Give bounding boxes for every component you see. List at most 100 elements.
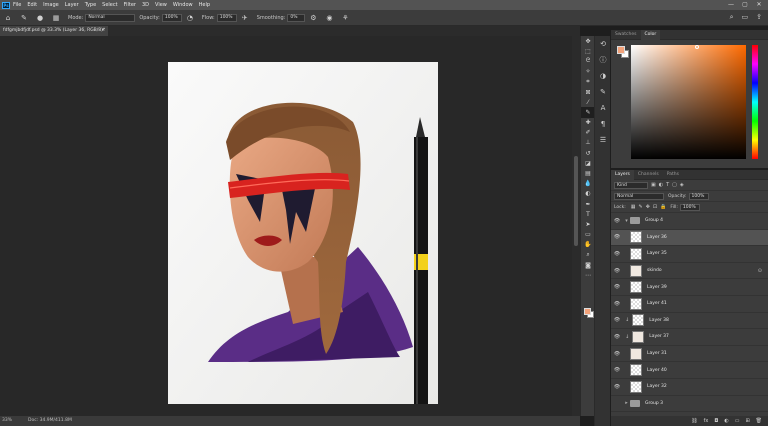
brush-tool-icon[interactable]: ✎ xyxy=(19,13,29,23)
menu-image[interactable]: Image xyxy=(43,2,59,8)
hue-slider[interactable] xyxy=(752,45,758,159)
pen-tool-icon[interactable]: ✒ xyxy=(581,199,595,209)
kind-filter-select[interactable]: Kind xyxy=(614,181,648,189)
brush-preset-icon[interactable]: ● xyxy=(35,13,45,23)
color-spectrum[interactable] xyxy=(631,45,746,159)
new-layer-icon[interactable]: ⊞ xyxy=(745,418,749,424)
lock-transparency-icon[interactable]: ▦ xyxy=(631,204,636,210)
canvas-area[interactable] xyxy=(0,36,580,416)
frame-tool-icon[interactable]: ⊠ xyxy=(581,87,595,97)
healing-tool-icon[interactable]: ✚ xyxy=(581,118,595,128)
lock-artboard-icon[interactable]: ⊡ xyxy=(653,204,657,210)
lock-position-icon[interactable]: ✥ xyxy=(646,204,650,210)
layer-row-layer-31[interactable]: 👁 Layer 31 xyxy=(611,346,768,363)
menu-type[interactable]: Type xyxy=(85,2,96,8)
eraser-tool-icon[interactable]: ◪ xyxy=(581,158,595,168)
document-canvas[interactable] xyxy=(168,62,438,404)
adjustment-layer-icon[interactable]: ◐ xyxy=(724,418,728,424)
layer-style-icon[interactable]: fx xyxy=(704,418,709,424)
history-brush-icon[interactable]: ↺ xyxy=(581,148,595,158)
delete-layer-icon[interactable]: 🗑 xyxy=(756,418,762,424)
blend-mode-select[interactable]: Normal xyxy=(614,192,664,200)
paragraph-panel-icon[interactable]: ¶ xyxy=(595,116,611,132)
smart-object-icon[interactable]: ⊙ xyxy=(758,268,762,274)
zoom-level[interactable]: 33% xyxy=(2,416,12,426)
layer-row-group-3[interactable]: ▸ Group 3 xyxy=(611,396,768,413)
filter-type-icon[interactable]: T xyxy=(666,182,669,188)
gradient-tool-icon[interactable]: ▤ xyxy=(581,168,595,178)
mode-select[interactable]: Normal xyxy=(85,13,136,22)
eyedropper-tool-icon[interactable]: ⁄ xyxy=(581,97,595,107)
visibility-eye-icon[interactable]: 👁 xyxy=(611,384,623,390)
layer-row-skindo[interactable]: 👁 skindo ⊙ xyxy=(611,263,768,280)
lock-pixels-icon[interactable]: ✎ xyxy=(639,204,643,210)
mixer-brush-icon[interactable]: ✐ xyxy=(581,128,595,138)
flow-field[interactable]: 100% xyxy=(216,13,237,22)
visibility-eye-icon[interactable]: 👁 xyxy=(611,234,623,240)
lasso-tool-icon[interactable]: ᘓ xyxy=(581,56,595,66)
tab-layers[interactable]: Layers xyxy=(611,169,634,180)
blur-tool-icon[interactable]: 💧 xyxy=(581,179,595,189)
visibility-eye-icon[interactable]: 👁 xyxy=(611,218,623,224)
quick-select-tool-icon[interactable]: ✧ xyxy=(581,67,595,77)
layer-fill-field[interactable]: 100% xyxy=(679,203,700,211)
properties-panel-icon[interactable]: ☰ xyxy=(595,132,611,148)
dodge-tool-icon[interactable]: ◐ xyxy=(581,189,595,199)
brush-tool-icon[interactable]: ✎ xyxy=(581,107,595,118)
tab-swatches[interactable]: Swatches xyxy=(611,30,641,40)
new-group-icon[interactable]: ▭ xyxy=(735,418,740,424)
visibility-eye-icon[interactable]: 👁 xyxy=(611,351,623,357)
visibility-eye-icon[interactable]: 👁 xyxy=(611,317,623,323)
menu-filter[interactable]: Filter xyxy=(124,2,136,8)
layer-row-layer-35[interactable]: 👁 Layer 35 xyxy=(611,246,768,263)
menu-view[interactable]: View xyxy=(155,2,167,8)
link-layers-icon[interactable]: ⛓ xyxy=(691,418,697,424)
layer-row-layer-32[interactable]: 👁 Layer 32 xyxy=(611,379,768,396)
chevron-down-icon[interactable]: ▾ xyxy=(623,218,630,224)
document-info[interactable]: Doc: 34.9M/411.8M xyxy=(28,416,72,426)
layer-row-layer-38[interactable]: 👁 ↓ Layer 38 xyxy=(611,313,768,330)
layer-row-group-4[interactable]: 👁 ▾ Group 4 xyxy=(611,213,768,230)
share-icon[interactable]: ⇪ xyxy=(756,13,762,22)
menu-edit[interactable]: Edit xyxy=(27,2,37,8)
menu-file[interactable]: File xyxy=(13,2,21,8)
filter-smart-object-icon[interactable]: ◈ xyxy=(680,182,684,188)
close-tab-icon[interactable]: × xyxy=(101,26,105,36)
brush-settings-icon[interactable]: ▦ xyxy=(51,13,61,23)
quick-mask-icon[interactable]: ◙ xyxy=(581,260,595,270)
menu-3d[interactable]: 3D xyxy=(142,2,149,8)
adjustments-panel-icon[interactable]: ◑ xyxy=(595,68,611,84)
tab-paths[interactable]: Paths xyxy=(663,170,683,180)
minimize-button[interactable]: — xyxy=(724,0,738,10)
add-mask-icon[interactable]: ◘ xyxy=(714,418,718,424)
layer-row-layer-37[interactable]: 👁 ↓ Layer 37 xyxy=(611,329,768,346)
visibility-eye-icon[interactable]: 👁 xyxy=(611,334,623,340)
home-icon[interactable]: ⌂ xyxy=(3,13,13,23)
clone-stamp-icon[interactable]: ⊥ xyxy=(581,138,595,148)
color-foreground-swatch[interactable] xyxy=(617,46,625,54)
crop-tool-icon[interactable]: ⌗ xyxy=(581,77,595,87)
menu-help[interactable]: Help xyxy=(199,2,210,8)
chevron-right-icon[interactable]: ▸ xyxy=(623,400,630,406)
pressure-size-icon[interactable]: ◉ xyxy=(324,13,334,23)
vertical-scroll-thumb[interactable] xyxy=(574,156,578,246)
airbrush-icon[interactable]: ✈ xyxy=(240,13,250,23)
visibility-eye-icon[interactable]: 👁 xyxy=(611,367,623,373)
document-tab[interactable]: fdfgmjbdfjdf.psd @ 33.3% (Layer 36, RGB/… xyxy=(0,26,108,36)
more-tools-icon[interactable]: ⋯ xyxy=(581,270,595,280)
filter-adjustment-icon[interactable]: ◐ xyxy=(659,182,663,188)
symmetry-icon[interactable]: ⚘ xyxy=(340,13,350,23)
shape-tool-icon[interactable]: ▭ xyxy=(581,230,595,240)
vertical-scrollbar[interactable] xyxy=(572,36,580,416)
close-button[interactable]: ✕ xyxy=(752,0,766,10)
move-tool-icon[interactable]: ✥ xyxy=(581,36,595,46)
brush-settings-panel-icon[interactable]: ✎ xyxy=(595,84,611,100)
filter-shape-icon[interactable]: ▢ xyxy=(672,182,677,188)
layer-row-layer-39[interactable]: 👁 Layer 39 xyxy=(611,279,768,296)
path-select-icon[interactable]: ➤ xyxy=(581,219,595,229)
layer-row-layer-40[interactable]: 👁 Layer 40 xyxy=(611,362,768,379)
layer-row-layer-36[interactable]: 👁 Layer 36 xyxy=(611,229,768,247)
type-tool-icon[interactable]: T xyxy=(581,209,595,219)
visibility-eye-icon[interactable]: 👁 xyxy=(611,284,623,290)
maximize-button[interactable]: ▢ xyxy=(738,0,752,10)
